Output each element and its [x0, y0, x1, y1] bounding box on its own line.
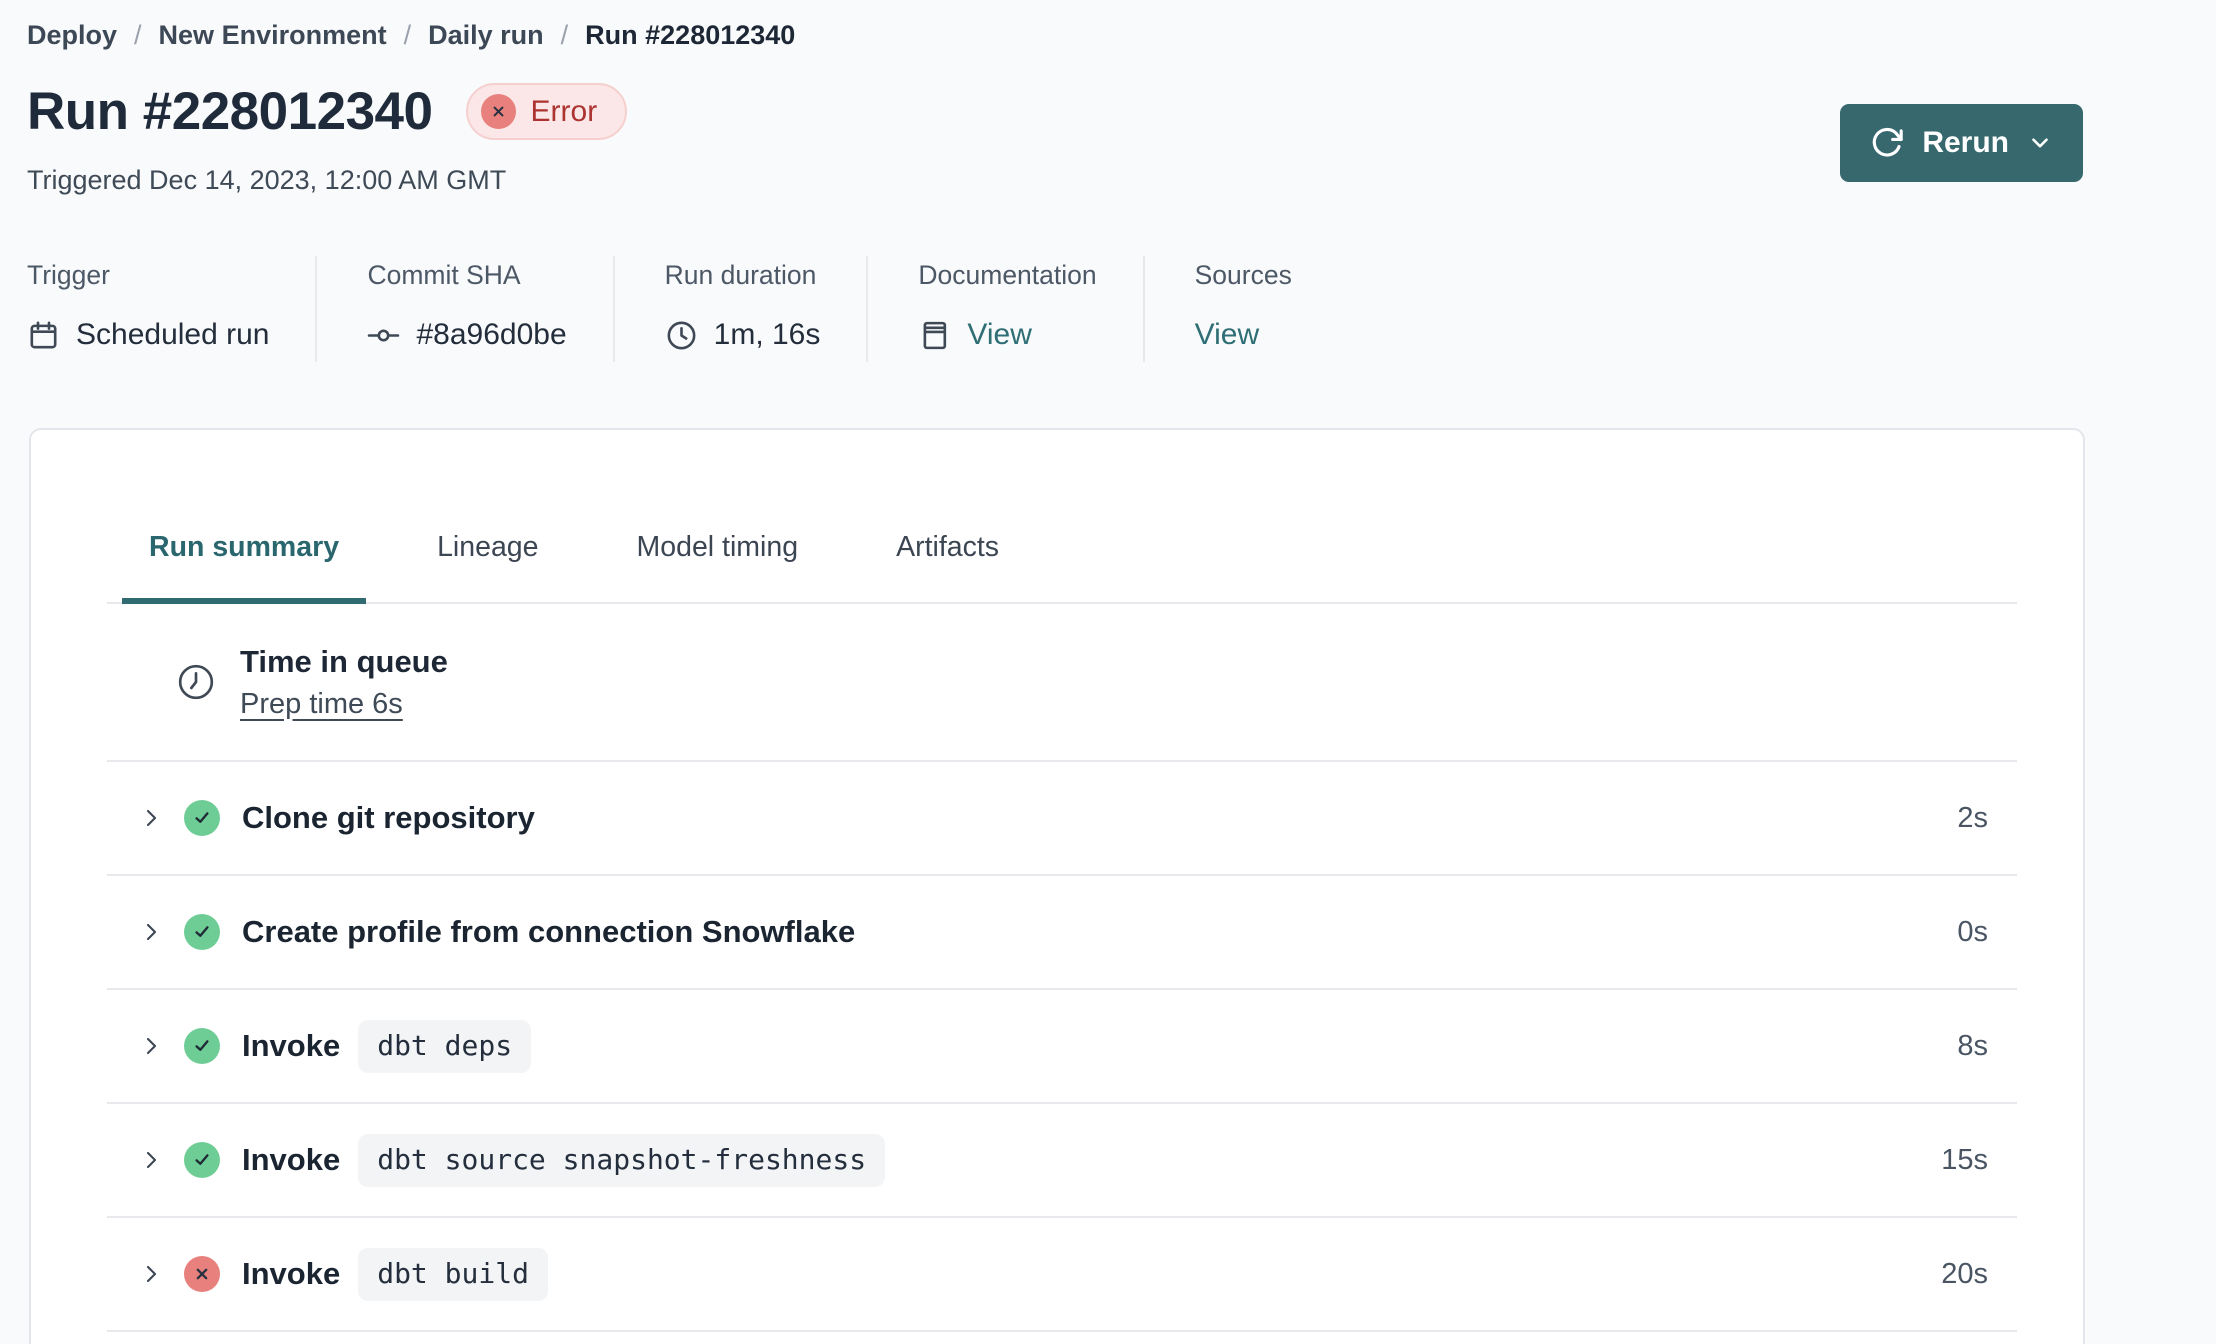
- tab-lineage[interactable]: Lineage: [410, 530, 565, 604]
- breadcrumb: Deploy / New Environment / Daily run / R…: [0, 0, 2216, 51]
- meta-commit-value: #8a96d0be: [416, 318, 567, 351]
- documentation-view-link[interactable]: View: [967, 318, 1031, 352]
- time-in-queue-section: Time in queue Prep time 6s: [107, 604, 2017, 762]
- step-name: Invoke: [242, 1256, 341, 1291]
- book-icon: [923, 321, 947, 349]
- meta-trigger-label: Trigger: [27, 260, 110, 290]
- tab-run-summary[interactable]: Run summary: [122, 530, 367, 604]
- error-x-icon: [184, 1256, 220, 1292]
- tab-model-timing[interactable]: Model timing: [610, 530, 826, 604]
- success-check-icon: [184, 914, 220, 950]
- calendar-icon: [30, 321, 57, 348]
- step-name: Clone git repository: [242, 800, 535, 835]
- step-duration: 2s: [1957, 801, 1988, 834]
- rerun-button-label: Rerun: [1922, 126, 2009, 159]
- meta-duration-value: 1m, 16s: [713, 318, 821, 351]
- run-details-card: Run summary Lineage Model timing Artifac…: [29, 428, 2085, 1344]
- chevron-right-icon[interactable]: [139, 1148, 163, 1172]
- step-row-create-profile[interactable]: Create profile from connection Snowflake…: [107, 876, 2017, 990]
- breadcrumb-item-deploy[interactable]: Deploy: [27, 20, 117, 51]
- chevron-right-icon[interactable]: [139, 806, 163, 830]
- meta-commit-sha: Commit SHA #8a96d0be: [317, 256, 615, 362]
- step-duration: 15s: [1941, 1143, 1988, 1176]
- page-title: Run #228012340: [27, 82, 433, 141]
- command-chip: dbt deps: [358, 1019, 532, 1073]
- git-commit-icon: [368, 329, 400, 341]
- meta-trigger-value: Scheduled run: [76, 318, 270, 351]
- meta-duration-label: Run duration: [664, 260, 817, 290]
- success-check-icon: [184, 1028, 220, 1064]
- step-name: Invoke: [242, 1142, 341, 1177]
- breadcrumb-item-environment[interactable]: New Environment: [159, 20, 387, 51]
- meta-documentation: Documentation View: [868, 256, 1145, 362]
- breadcrumb-separator: /: [134, 20, 142, 50]
- status-badge-label: Error: [530, 94, 598, 128]
- command-chip: dbt source snapshot-freshness: [358, 1133, 886, 1187]
- meta-commit-label: Commit SHA: [367, 260, 521, 290]
- meta-documentation-label: Documentation: [918, 260, 1097, 290]
- chevron-right-icon[interactable]: [139, 920, 163, 944]
- breadcrumb-separator: /: [560, 20, 569, 50]
- step-row-dbt-deps[interactable]: Invoke dbt deps 8s: [107, 990, 2017, 1104]
- step-name: Create profile from connection Snowflake: [242, 914, 856, 949]
- tab-artifacts[interactable]: Artifacts: [869, 530, 1026, 604]
- chevron-right-icon[interactable]: [139, 1034, 163, 1058]
- command-chip: dbt build: [358, 1247, 548, 1301]
- clock-icon: [667, 321, 696, 349]
- sources-view-link[interactable]: View: [1195, 318, 1259, 352]
- tab-bar: Run summary Lineage Model timing Artifac…: [107, 430, 2017, 604]
- x-circle-icon: [480, 94, 516, 129]
- status-badge: Error: [465, 83, 628, 140]
- breadcrumb-item-job[interactable]: Daily run: [428, 20, 544, 51]
- chevron-right-icon[interactable]: [139, 1262, 163, 1286]
- success-check-icon: [184, 1142, 220, 1178]
- chevron-down-icon: [2032, 138, 2048, 148]
- time-in-queue-title: Time in queue: [240, 643, 448, 679]
- clock-icon: [178, 664, 214, 700]
- breadcrumb-item-current-run: Run #228012340: [585, 20, 796, 50]
- success-check-icon: [184, 800, 220, 836]
- run-meta-row: Trigger Scheduled run Commit SHA #8a96d0…: [27, 256, 2216, 362]
- step-duration: 8s: [1957, 1029, 1988, 1062]
- step-name: Invoke: [242, 1028, 341, 1063]
- step-row-dbt-source-freshness[interactable]: Invoke dbt source snapshot-freshness 15s: [107, 1104, 2017, 1218]
- step-duration: 20s: [1941, 1257, 1988, 1290]
- meta-sources: Sources View: [1145, 256, 1338, 362]
- step-row-dbt-build[interactable]: Invoke dbt build 20s: [107, 1218, 2017, 1332]
- refresh-icon: [1873, 128, 1904, 157]
- meta-sources-label: Sources: [1194, 260, 1292, 290]
- step-row-clone-git[interactable]: Clone git repository 2s: [107, 762, 2017, 876]
- meta-trigger: Trigger Scheduled run: [27, 256, 318, 362]
- step-duration: 0s: [1957, 915, 1988, 948]
- rerun-button[interactable]: Rerun: [1840, 104, 2083, 182]
- meta-run-duration: Run duration 1m, 16s: [615, 256, 869, 362]
- prep-time-link[interactable]: Prep time 6s: [240, 688, 403, 721]
- breadcrumb-separator: /: [403, 20, 412, 50]
